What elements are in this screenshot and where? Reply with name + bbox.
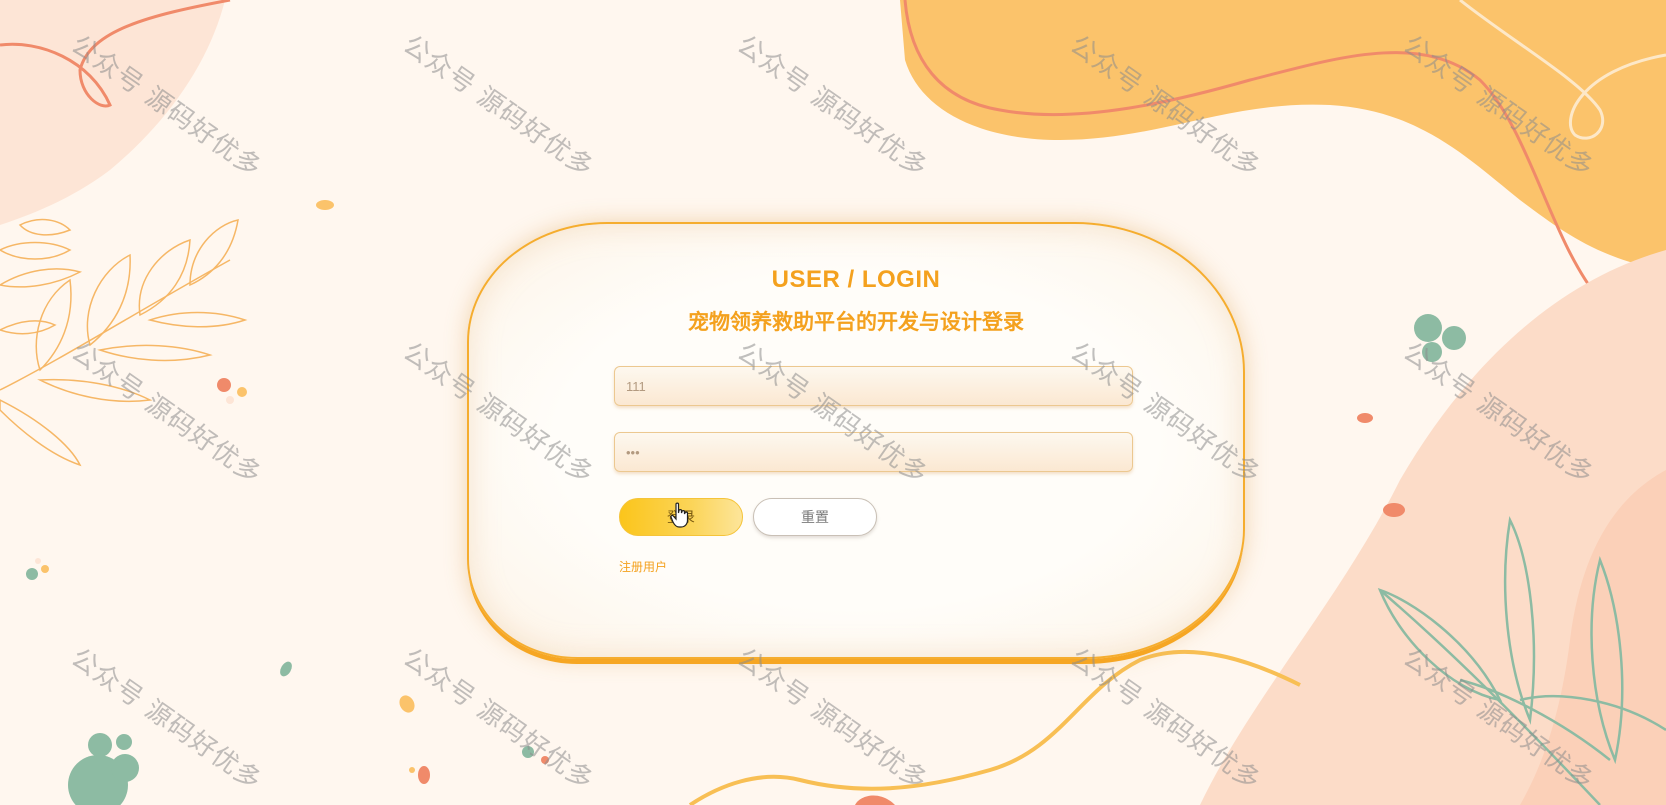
confetti [418,766,430,784]
confetti [280,661,292,677]
confetti [399,695,415,713]
confetti [217,378,231,392]
reset-button[interactable]: 重置 [753,498,877,536]
confetti [316,200,334,210]
confetti [226,396,234,404]
platform-subtitle: 宠物领养救助平台的开发与设计登录 [688,310,1024,334]
password-input[interactable] [614,432,1133,472]
confetti [522,746,534,758]
left-leaf-branch [0,218,248,467]
username-input[interactable] [614,366,1133,406]
confetti [237,387,247,397]
reset-button-label: 重置 [801,510,829,526]
confetti [26,568,38,580]
confetti [1383,503,1405,517]
bottom-coral-blob [855,795,895,805]
confetti [541,756,549,764]
confetti [35,558,41,564]
green-blob-bottom-left [68,733,139,805]
register-link[interactable]: 注册用户 [619,558,667,575]
login-title: USER / LOGIN [771,266,941,293]
bottom-wave-line [688,649,1301,805]
login-card: USER / LOGIN 宠物领养救助平台的开发与设计登录 登录 重置 注册用户 [467,222,1245,659]
hand-pointer-icon [670,502,689,528]
confetti [41,565,49,573]
confetti [1357,413,1373,423]
confetti [409,767,415,773]
green-dots-right [1414,314,1466,362]
